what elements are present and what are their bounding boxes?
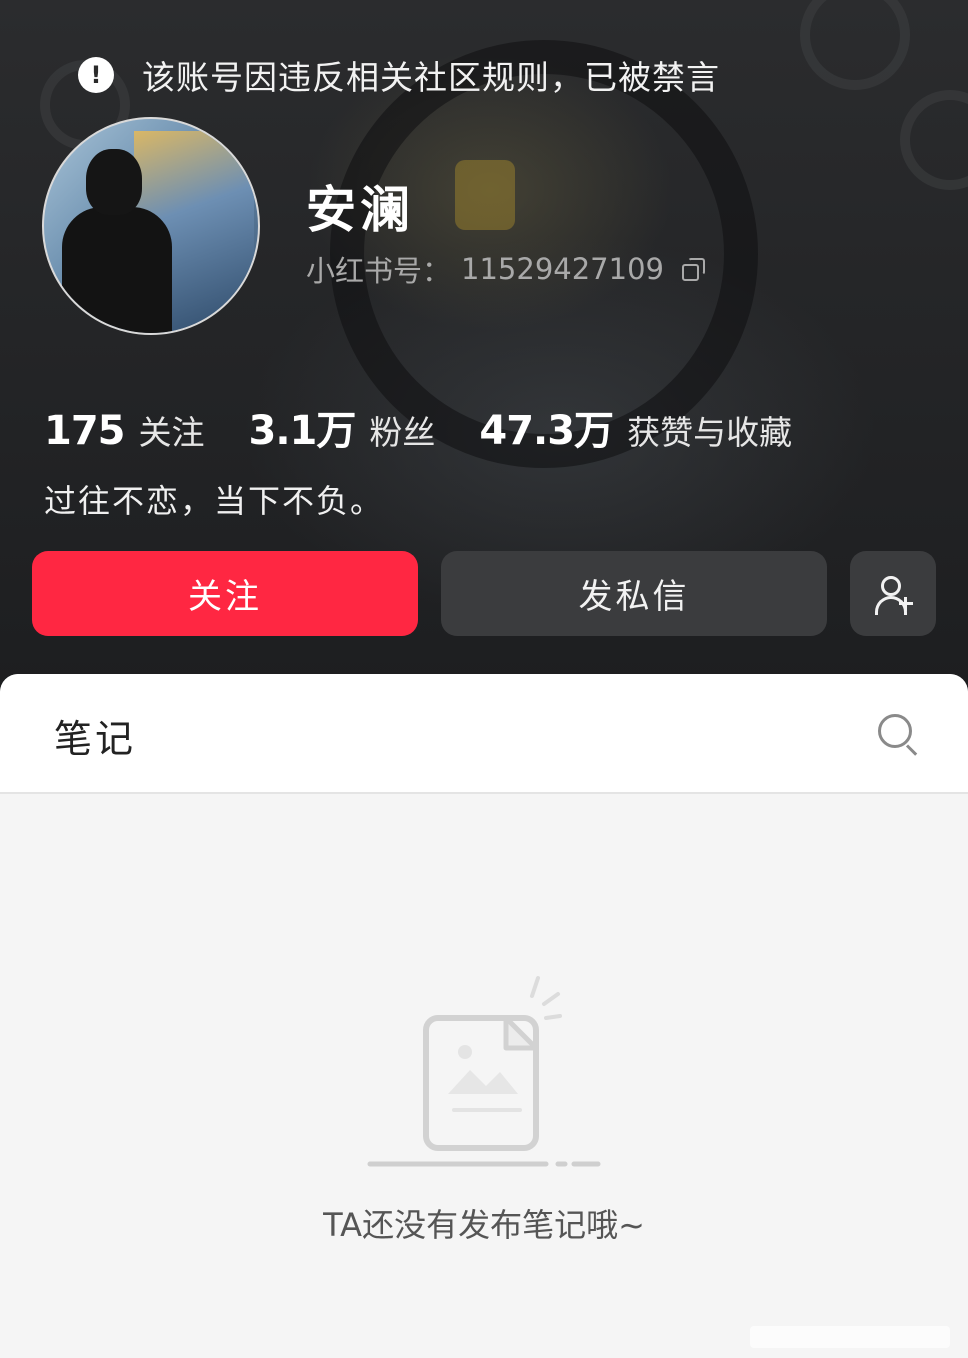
stat-following[interactable]: 175 关注 bbox=[44, 406, 205, 454]
copy-icon[interactable] bbox=[681, 258, 705, 281]
avatar-person-body bbox=[62, 207, 172, 333]
stat-followers[interactable]: 3.1万 粉丝 bbox=[249, 398, 436, 456]
stat-label: 获赞与收藏 bbox=[627, 413, 793, 452]
search-icon[interactable] bbox=[878, 714, 918, 756]
stat-likes-collections[interactable]: 47.3万 获赞与收藏 bbox=[479, 398, 792, 456]
tab-notes[interactable]: 笔记 bbox=[54, 708, 136, 763]
avatar-person-head bbox=[86, 149, 142, 215]
add-friend-button[interactable] bbox=[850, 551, 936, 636]
background-dial bbox=[900, 90, 968, 190]
stat-value: 175 bbox=[44, 408, 125, 454]
empty-state-text: TA还没有发布笔记哦~ bbox=[323, 1206, 645, 1244]
notes-section: 笔记 TA还没有发布笔记哦~ bbox=[0, 674, 968, 1358]
message-button[interactable]: 发私信 bbox=[441, 551, 827, 636]
stat-value: 3.1万 bbox=[248, 408, 357, 454]
watermark-bar bbox=[750, 1326, 950, 1348]
follow-button[interactable]: 关注 bbox=[32, 551, 418, 636]
stat-value: 47.3万 bbox=[479, 408, 614, 454]
muted-notice-text: 该账号因违反相关社区规则，已被禁言 bbox=[142, 58, 720, 97]
user-id-value: 11529427109 bbox=[461, 252, 664, 286]
user-id-label: 小红书号： bbox=[306, 254, 452, 288]
empty-document-icon bbox=[367, 976, 601, 1167]
background-logo-badge bbox=[455, 160, 515, 230]
stat-label: 粉丝 bbox=[369, 413, 436, 452]
profile-header: ! 该账号因违反相关社区规则，已被禁言 安澜 小红书号： 11529427109… bbox=[0, 0, 968, 700]
add-user-icon bbox=[873, 574, 913, 615]
user-id-row: 小红书号： 11529427109 bbox=[306, 248, 705, 290]
muted-notice: ! 该账号因违反相关社区规则，已被禁言 bbox=[78, 52, 720, 98]
stats-row: 175 关注 3.1万 粉丝 47.3万 获赞与收藏 bbox=[44, 398, 792, 456]
tab-bar: 笔记 bbox=[0, 674, 968, 794]
bio: 过往不恋，当下不负。 bbox=[44, 482, 385, 520]
avatar[interactable] bbox=[42, 117, 260, 335]
exclamation-circle-icon: ! bbox=[78, 57, 114, 93]
username: 安澜 bbox=[306, 181, 414, 239]
background-dial bbox=[800, 0, 910, 90]
stat-label: 关注 bbox=[138, 413, 205, 452]
